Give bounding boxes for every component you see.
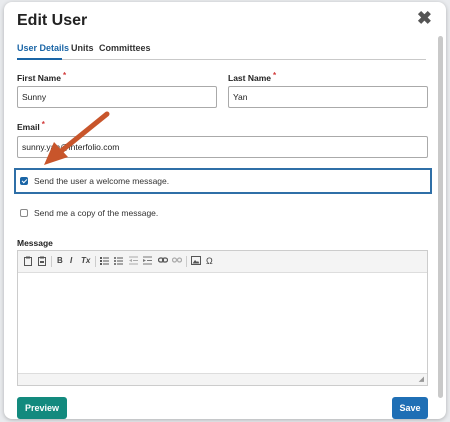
outdent-icon[interactable] (129, 256, 138, 268)
remove-format-icon[interactable]: Tx (81, 256, 90, 266)
tab-bar: User Details Units Committees (17, 43, 426, 60)
tab-committees[interactable]: Committees (99, 43, 151, 53)
editor-toolbar: B I Tx Ω (18, 251, 427, 273)
indent-icon[interactable] (143, 256, 152, 268)
numbered-list-icon[interactable] (100, 256, 109, 268)
active-tab-indicator (17, 58, 62, 60)
message-editor: B I Tx Ω ◢ (17, 250, 428, 386)
modal-title: Edit User (17, 12, 88, 29)
editor-status-bar: ◢ (18, 373, 427, 385)
toolbar-separator (51, 256, 52, 267)
paste-text-icon[interactable] (24, 256, 32, 269)
message-textarea[interactable] (18, 273, 427, 373)
checkbox-unchecked-icon[interactable] (20, 209, 28, 217)
toolbar-separator (186, 256, 187, 267)
bulleted-list-icon[interactable] (114, 256, 123, 268)
toolbar-separator (95, 256, 96, 267)
close-icon[interactable]: ✖ (417, 9, 432, 27)
first-name-label: First Name * (17, 71, 67, 83)
bold-icon[interactable]: B (57, 256, 63, 266)
last-name-field[interactable]: Yan (228, 86, 428, 108)
paste-word-icon[interactable] (38, 256, 46, 269)
checkbox-checked-icon[interactable] (20, 177, 28, 185)
image-icon[interactable] (191, 256, 201, 268)
email-field[interactable]: sunny.yan@interfolio.com (17, 136, 428, 158)
email-label: Email * (17, 120, 45, 132)
edit-user-modal: Edit User ✖ User Details Units Committee… (4, 2, 446, 419)
italic-icon[interactable]: I (70, 256, 72, 266)
resize-grip-icon[interactable]: ◢ (419, 375, 424, 383)
tab-user-details[interactable]: User Details (17, 43, 69, 53)
message-label: Message (17, 238, 53, 248)
preview-button[interactable]: Preview (17, 397, 67, 419)
link-icon[interactable] (157, 256, 169, 267)
tab-units[interactable]: Units (71, 43, 94, 53)
last-name-label: Last Name * (228, 71, 277, 83)
save-button[interactable]: Save (392, 397, 428, 419)
unlink-icon[interactable] (171, 256, 183, 267)
special-char-icon[interactable]: Ω (206, 256, 213, 266)
scrollbar[interactable] (438, 36, 443, 398)
first-name-field[interactable]: Sunny (17, 86, 217, 108)
